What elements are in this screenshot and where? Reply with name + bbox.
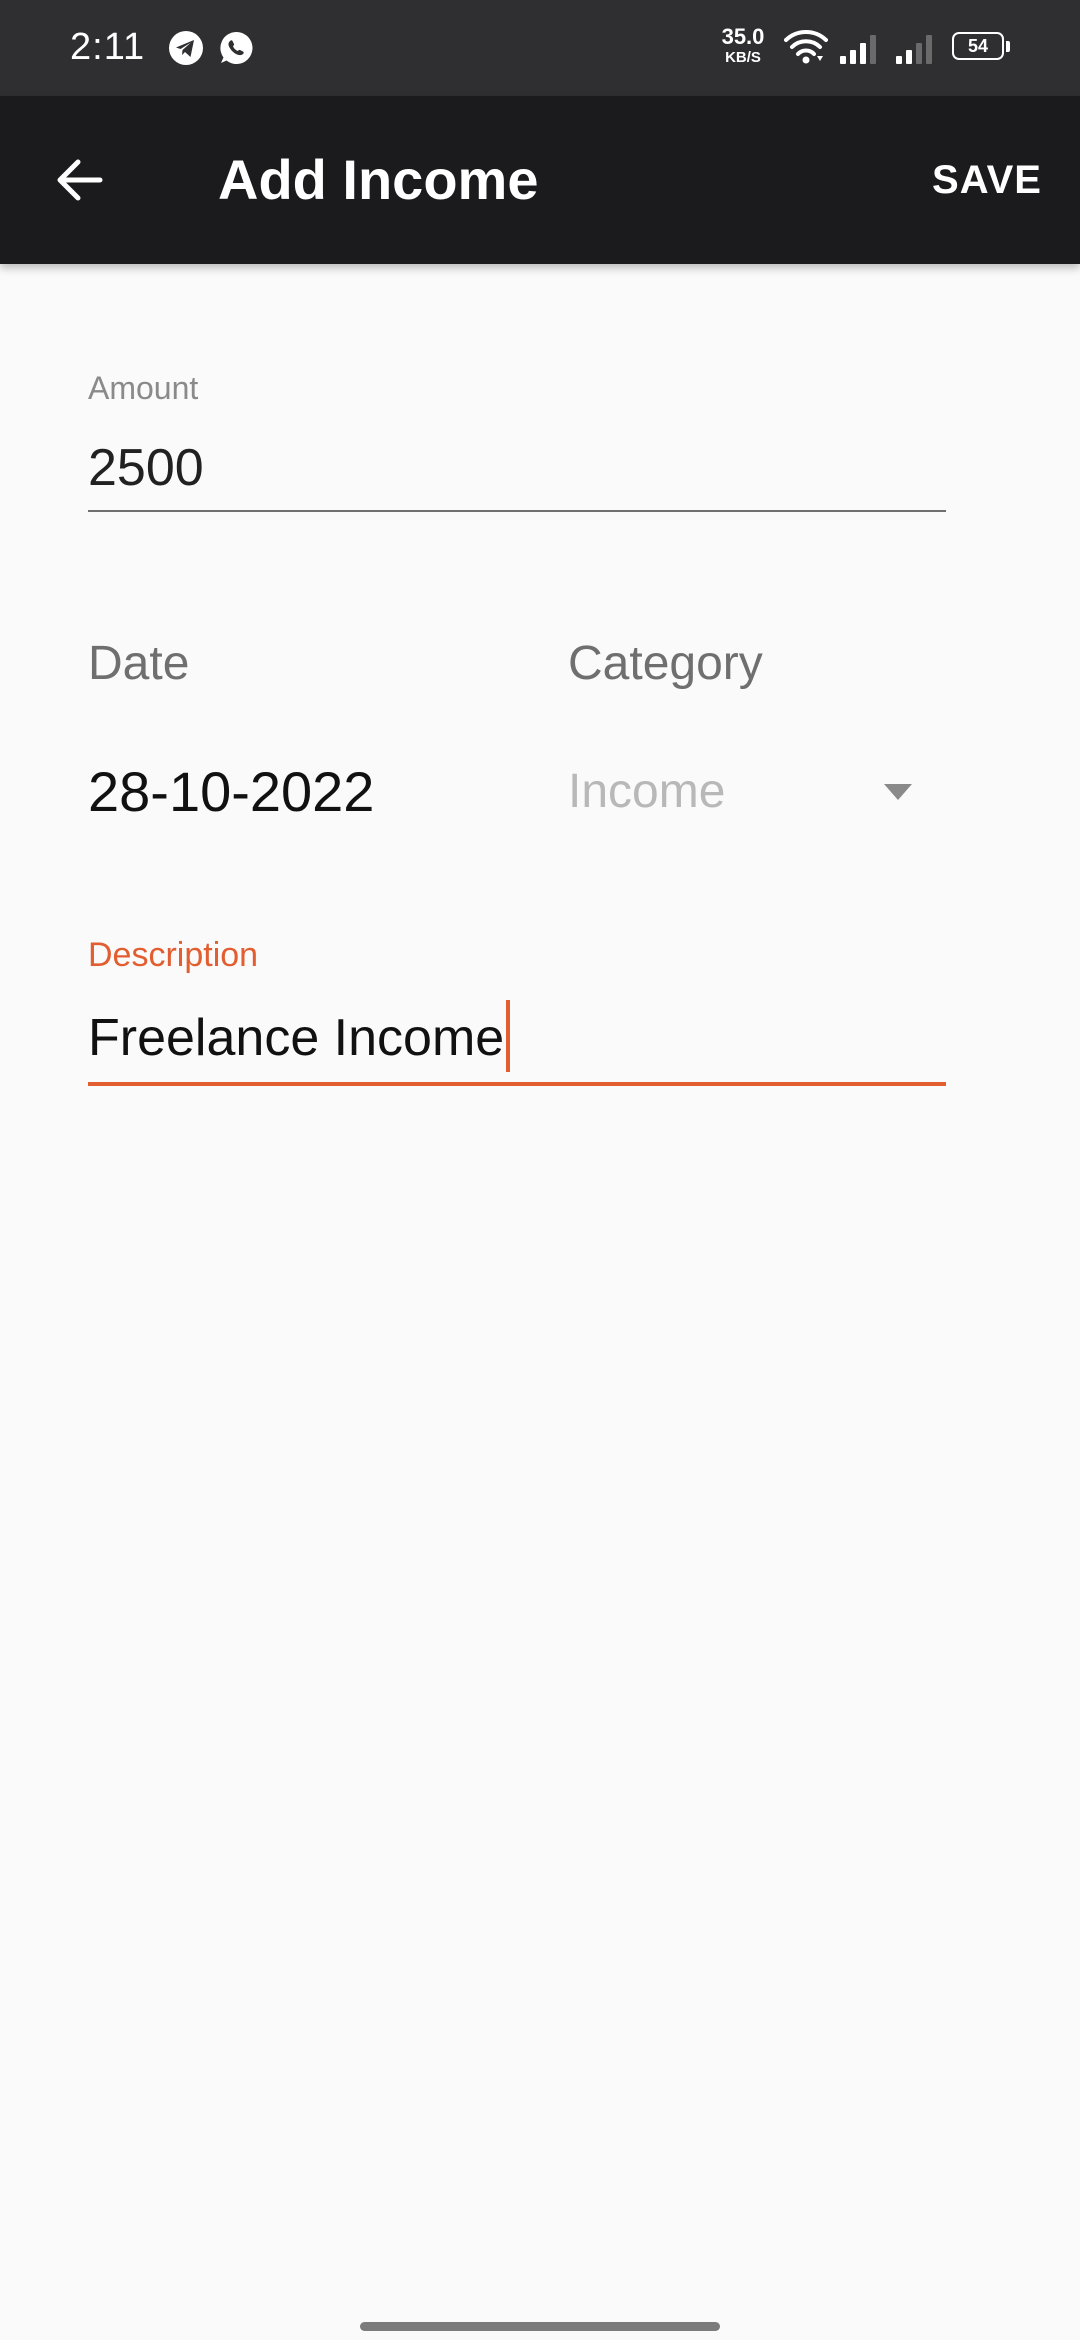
description-label: Description xyxy=(88,936,259,974)
arrow-left-icon xyxy=(57,159,103,201)
wifi-icon xyxy=(784,30,828,64)
date-label: Date xyxy=(88,637,190,690)
dropdown-arrow-icon xyxy=(884,784,912,800)
battery-level: 54 xyxy=(967,36,989,56)
network-speed-value: 35.0 xyxy=(721,24,765,49)
whatsapp-icon xyxy=(220,31,253,64)
battery-tip xyxy=(1006,41,1010,52)
status-time: 2:11 xyxy=(70,26,146,68)
text-cursor xyxy=(506,1000,511,1073)
signal-icon xyxy=(840,35,876,64)
save-button[interactable]: SAVE xyxy=(932,154,1042,206)
amount-input[interactable]: 2500 xyxy=(88,432,946,512)
network-speed-unit: KB/S xyxy=(725,49,761,66)
page-title: Add Income xyxy=(218,148,539,211)
add-income-screen: 2:11 35.0 KB/S 54 Add Income SAVE Amount… xyxy=(0,0,1080,2340)
description-text: Freelance Income xyxy=(88,1000,511,1073)
category-dropdown[interactable]: Income xyxy=(568,752,928,832)
telegram-icon xyxy=(169,31,203,65)
amount-value: 2500 xyxy=(88,439,204,497)
date-picker[interactable]: 28-10-2022 xyxy=(88,760,374,824)
amount-label: Amount xyxy=(88,370,199,406)
signal-icon xyxy=(896,35,932,64)
network-speed: 35.0 KB/S xyxy=(716,24,770,66)
description-value: Freelance Income xyxy=(88,1009,505,1067)
app-bar: Add Income SAVE xyxy=(0,96,1080,264)
description-input[interactable]: Freelance Income xyxy=(88,998,946,1086)
category-label: Category xyxy=(568,637,763,690)
battery-icon: 54 xyxy=(952,32,1012,64)
gesture-navigation-bar[interactable] xyxy=(360,2322,720,2331)
back-button[interactable] xyxy=(42,142,118,218)
status-bar: 2:11 35.0 KB/S 54 xyxy=(0,0,1080,96)
category-value: Income xyxy=(568,765,726,818)
